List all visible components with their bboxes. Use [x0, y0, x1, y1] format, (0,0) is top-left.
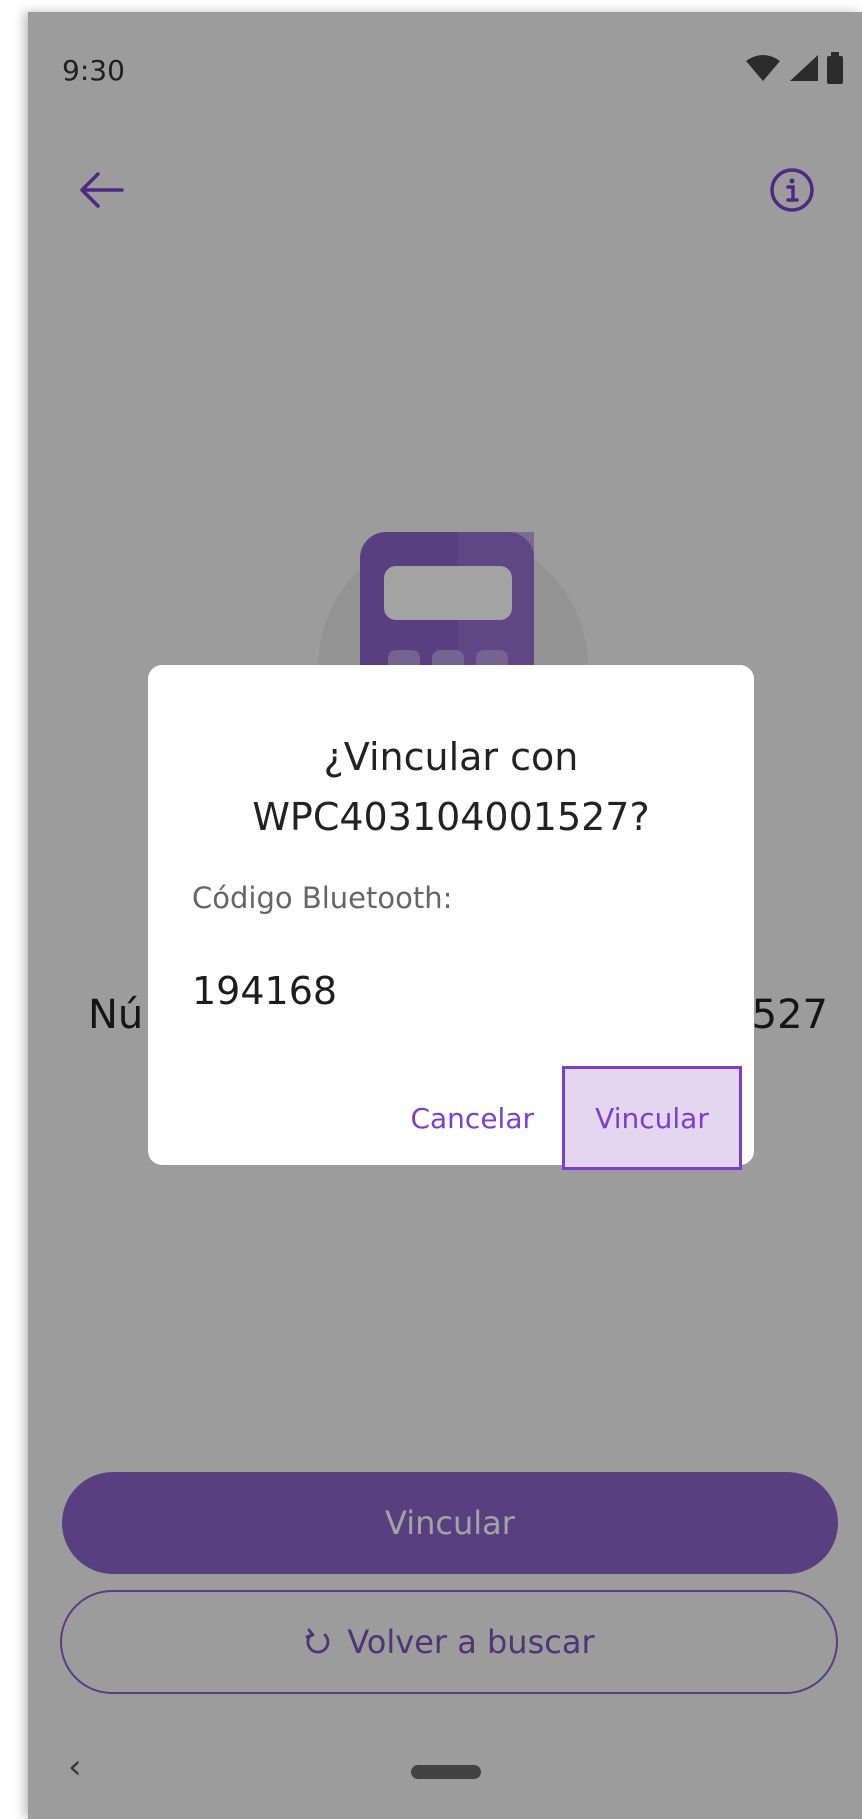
dialog-title: ¿Vincular con WPC403104001527?: [148, 727, 754, 847]
dialog-actions: Cancelar Vincular: [410, 1065, 742, 1171]
screen: 9:30 Nú 527 Vincular Volver a buscar ‹ ¿…: [28, 12, 862, 1819]
device-frame: 9:30 Nú 527 Vincular Volver a buscar ‹ ¿…: [28, 12, 862, 1819]
pairing-dialog: ¿Vincular con WPC403104001527? Código Bl…: [148, 665, 754, 1170]
dialog-title-line1: ¿Vincular con: [323, 735, 579, 779]
bluetooth-code-value: 194168: [192, 969, 338, 1013]
bluetooth-code-label: Código Bluetooth:: [192, 881, 453, 915]
confirm-link-button[interactable]: Vincular: [562, 1066, 742, 1170]
dialog-title-line2: WPC403104001527?: [252, 795, 650, 839]
device-edge: [0, 12, 28, 1819]
confirm-link-label: Vincular: [595, 1101, 709, 1135]
cancel-button[interactable]: Cancelar: [410, 1102, 534, 1135]
